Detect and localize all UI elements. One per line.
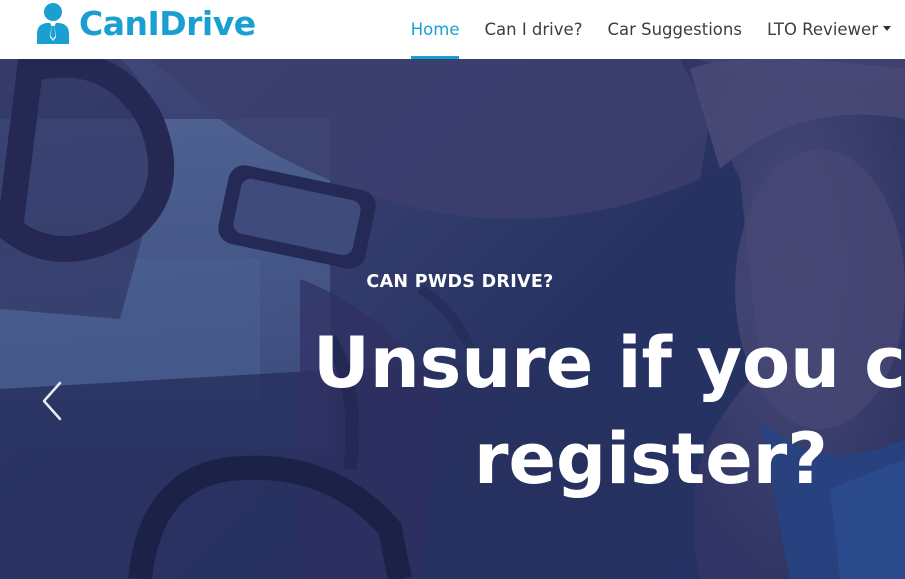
chevron-left-icon[interactable] [36, 379, 70, 423]
caret-down-icon [883, 26, 891, 31]
nav-item-home[interactable]: Home [410, 0, 460, 59]
nav-item-can-i-drive[interactable]: Can I drive? [484, 0, 582, 59]
hero-title-line-2: register? [474, 418, 828, 500]
navbar: CanIDrive Home Can I drive? Car Suggesti… [0, 0, 905, 59]
brand-logo[interactable]: CanIDrive [35, 2, 256, 44]
hero-title-line-1: Unsure if you ca [313, 322, 905, 404]
nav-item-car-suggestions[interactable]: Car Suggestions [607, 0, 742, 59]
nav-item-label: LTO Reviewer [766, 20, 878, 39]
nav-item-label: Car Suggestions [607, 20, 742, 39]
hero-carousel: CAN PWDS DRIVE? Unsure if you ca registe… [0, 59, 905, 579]
nav-item-label: Home [410, 20, 460, 39]
nav-item-lto-reviewer[interactable]: LTO Reviewer [767, 0, 891, 59]
nav-item-label: Can I drive? [484, 20, 583, 39]
hero-subtitle: CAN PWDS DRIVE? [366, 272, 554, 292]
user-tie-icon [37, 3, 69, 44]
brand-name: CanIDrive [79, 3, 256, 43]
nav-links: Home Can I drive? Car Suggestions LTO Re… [386, 0, 891, 59]
